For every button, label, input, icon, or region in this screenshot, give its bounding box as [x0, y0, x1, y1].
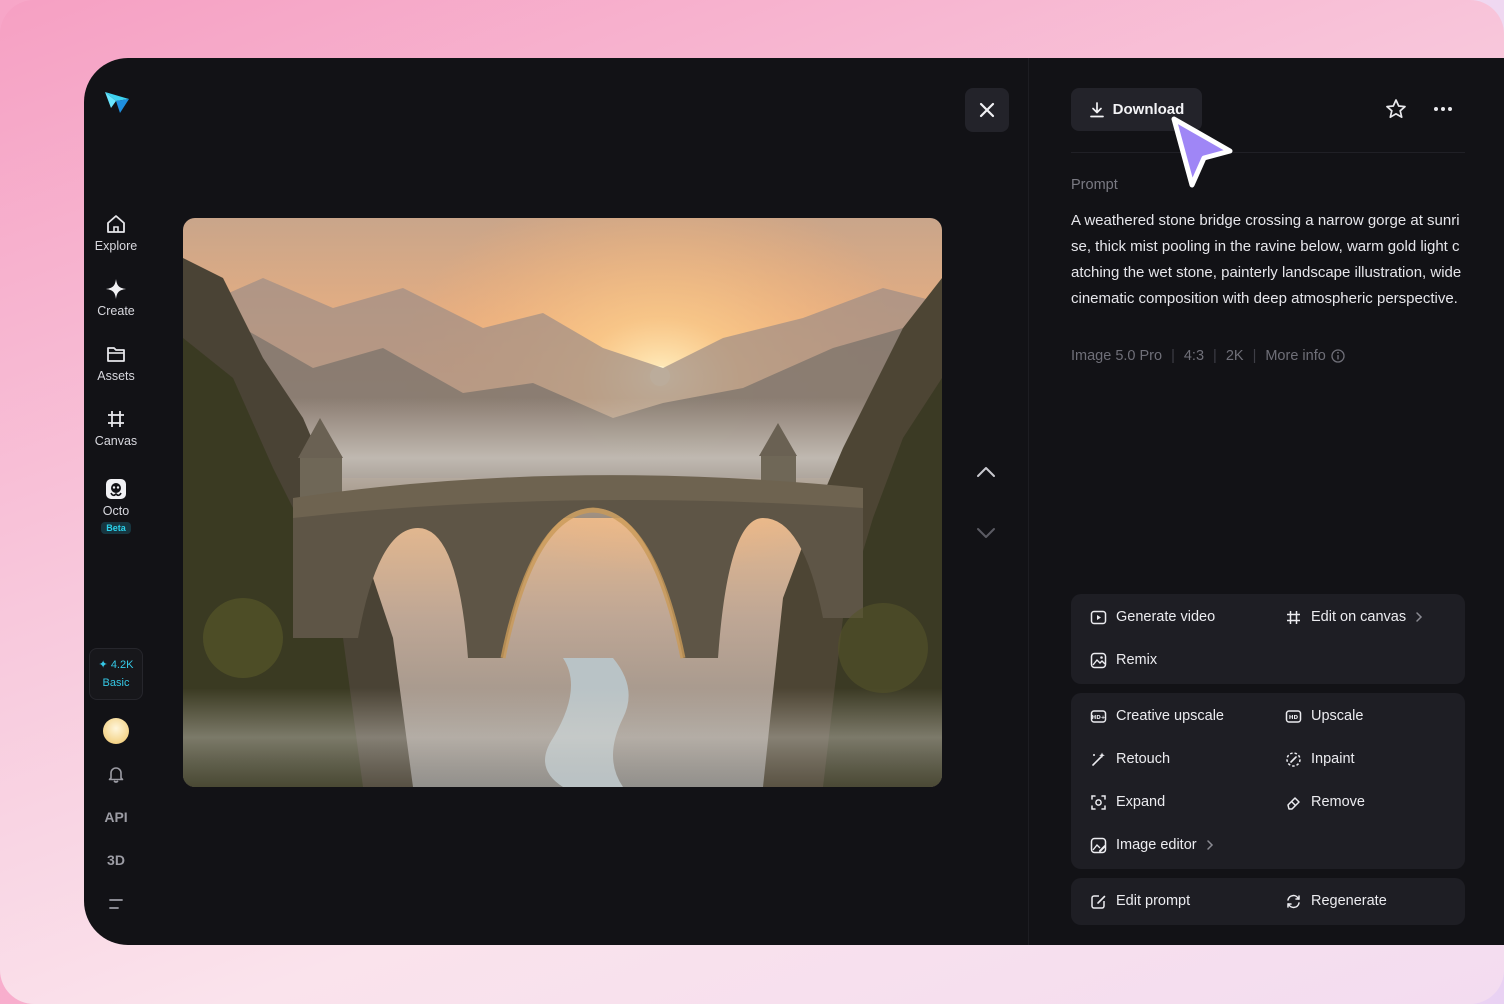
inpaint-icon [1286, 751, 1301, 767]
eraser-icon [1287, 796, 1300, 810]
meta-separator: | [1213, 348, 1217, 364]
video-icon [1090, 610, 1107, 624]
image-meta: Image 5.0 Pro | 4:3 | 2K | More info [1071, 348, 1345, 364]
sidebar-item-label: Create [97, 304, 135, 318]
3d-link[interactable]: 3D [84, 852, 148, 868]
upscale-button[interactable]: HD Upscale [1285, 706, 1363, 726]
creative-upscale-label: Creative upscale [1116, 708, 1224, 724]
close-icon [979, 102, 995, 118]
more-info-label: More info [1265, 348, 1326, 364]
octo-icon [106, 479, 126, 499]
sidebar-item-explore[interactable]: Explore [84, 213, 148, 253]
plan-label: Basic [102, 677, 130, 689]
svg-text:HD+: HD+ [1092, 715, 1106, 721]
edit-on-canvas-label: Edit on canvas [1311, 609, 1407, 625]
chevron-down-icon [977, 528, 995, 538]
cursor-arrow-icon [1171, 116, 1233, 188]
home-icon [107, 215, 125, 233]
sparkle-icon [106, 279, 126, 299]
resolution: 2K [1225, 348, 1244, 364]
grid-frame-icon [108, 411, 124, 427]
regenerate-button[interactable]: Regenerate [1285, 891, 1387, 911]
image-editor-button[interactable]: Image editor [1090, 835, 1214, 855]
magic-wand-icon [1092, 752, 1105, 766]
model-name: Image 5.0 Pro [1071, 348, 1163, 364]
upscale-label: Upscale [1311, 708, 1364, 724]
sidebar-item-create[interactable]: Create [84, 278, 148, 318]
meta-separator: | [1171, 348, 1175, 364]
sidebar-item-canvas[interactable]: Canvas [84, 408, 148, 448]
menu-icon [109, 899, 123, 909]
image-edit-icon [1090, 837, 1107, 853]
mouse-cursor [1166, 113, 1238, 198]
credits-value: 4.2K [110, 659, 134, 671]
beta-badge: Beta [101, 522, 131, 534]
next-image-button[interactable] [973, 520, 999, 546]
chevron-right-icon [1416, 612, 1423, 622]
expand-button[interactable]: Expand [1090, 792, 1165, 812]
header-divider [1071, 152, 1465, 153]
menu-toggle[interactable] [84, 896, 148, 915]
creative-upscale-button[interactable]: HD+ Creative upscale [1090, 706, 1224, 726]
bell-icon [108, 767, 124, 783]
sidebar-item-label: Octo [102, 504, 130, 518]
image-remix-icon [1090, 652, 1107, 668]
sidebar-item-assets[interactable]: Assets [84, 343, 148, 383]
folder-icon [107, 347, 125, 362]
app-logo[interactable] [102, 86, 132, 116]
star-icon [1386, 99, 1406, 119]
avatar[interactable] [103, 718, 129, 744]
download-icon [1089, 101, 1104, 117]
grid-frame-icon [1287, 610, 1300, 624]
more-options-button[interactable] [1431, 97, 1455, 121]
retouch-button[interactable]: Retouch [1090, 749, 1170, 769]
more-horizontal-icon [1434, 107, 1452, 111]
notification-bell[interactable] [84, 764, 148, 787]
api-link[interactable]: API [84, 809, 148, 825]
prompt-label: Prompt [1071, 177, 1118, 193]
credits-badge[interactable]: ✦ 4.2K Basic [89, 648, 143, 700]
aspect-ratio: 4:3 [1183, 348, 1205, 364]
generated-image[interactable] [183, 218, 942, 787]
credits-amount: ✦ 4.2K [98, 659, 134, 671]
remix-label: Remix [1116, 652, 1158, 668]
edit-prompt-icon [1091, 894, 1106, 909]
generate-video-label: Generate video [1116, 609, 1216, 625]
svg-text:HD: HD [1289, 715, 1299, 721]
inpaint-button[interactable]: Inpaint [1285, 749, 1355, 769]
chevron-up-icon [977, 467, 995, 477]
expand-icon [1091, 794, 1106, 810]
generate-video-button[interactable]: Generate video [1090, 607, 1215, 627]
previous-image-button[interactable] [973, 459, 999, 485]
sidebar-item-label: Explore [94, 239, 138, 253]
meta-separator: | [1252, 348, 1257, 364]
info-icon [1331, 349, 1345, 363]
edit-prompt-label: Edit prompt [1116, 893, 1191, 909]
sidebar-item-label: Canvas [94, 434, 138, 448]
remix-button[interactable]: Remix [1090, 650, 1157, 670]
sidebar-item-label: Assets [97, 369, 135, 383]
image-editor-label: Image editor [1116, 837, 1197, 853]
hd-icon: HD [1285, 709, 1302, 723]
prompt-text: A weathered stone bridge crossing a narr… [1071, 212, 1462, 307]
more-info-link[interactable]: More info [1265, 348, 1345, 364]
chevron-right-icon [1206, 840, 1213, 850]
app-window: Explore Create Assets Canvas Octo Beta ✦… [84, 58, 1504, 945]
hd-plus-icon: HD+ [1090, 709, 1107, 723]
close-button[interactable] [965, 88, 1009, 132]
edit-on-canvas-button[interactable]: Edit on canvas [1285, 607, 1423, 627]
edit-prompt-button[interactable]: Edit prompt [1090, 891, 1190, 911]
regenerate-label: Regenerate [1311, 893, 1387, 909]
remove-button[interactable]: Remove [1285, 792, 1365, 812]
retouch-label: Retouch [1116, 751, 1171, 767]
expand-label: Expand [1116, 794, 1166, 810]
refresh-icon [1287, 894, 1300, 908]
remove-label: Remove [1311, 794, 1365, 810]
sidebar-item-octo[interactable]: Octo Beta [84, 478, 148, 536]
favorite-button[interactable] [1384, 97, 1408, 121]
inpaint-label: Inpaint [1311, 751, 1355, 767]
panel-divider [1028, 58, 1029, 945]
